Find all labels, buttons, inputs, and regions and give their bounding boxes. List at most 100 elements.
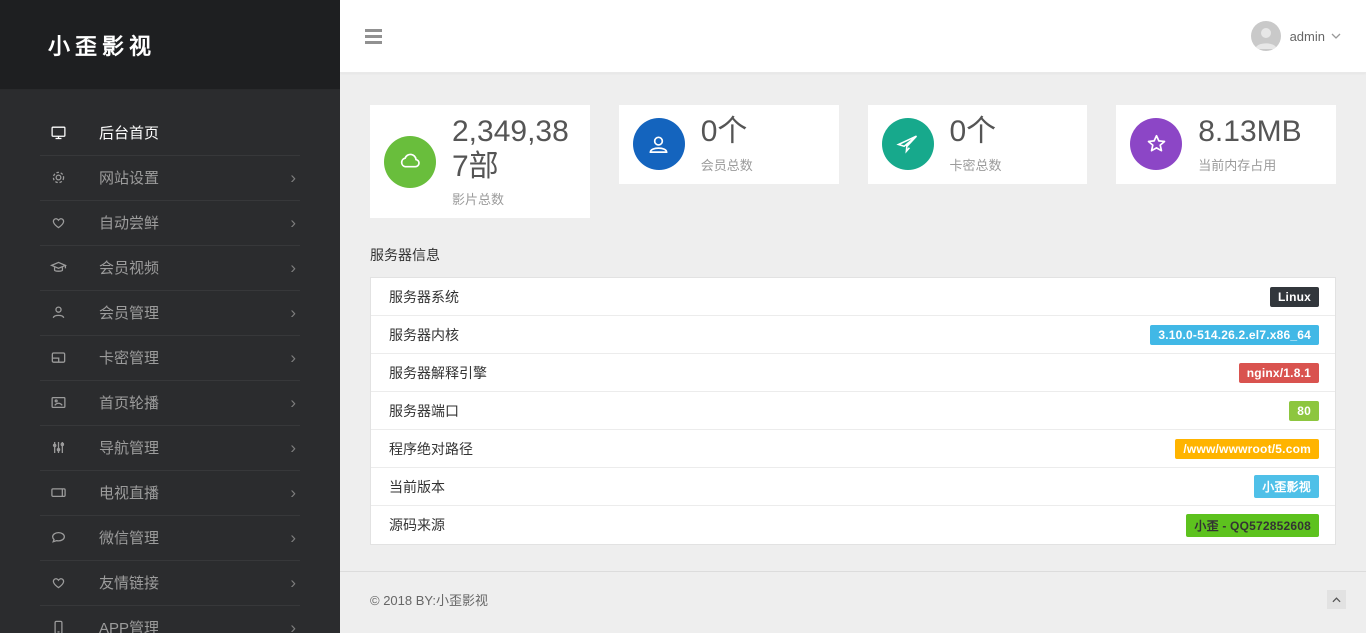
chevron-right-icon: › <box>290 259 296 276</box>
sidebar-item-label: APP管理 <box>99 617 159 633</box>
stat-card-memory: 8.13MB 当前内存占用 <box>1116 105 1336 184</box>
main-area: admin 2,349,387部 影片总数 0个 <box>340 0 1366 633</box>
stat-card-members: 0个 会员总数 <box>619 105 839 184</box>
stat-value: 8.13MB <box>1198 115 1301 150</box>
heart-icon <box>50 214 67 231</box>
stat-cards: 2,349,387部 影片总数 0个 会员总数 0个 <box>370 105 1336 218</box>
chevron-up-icon <box>1332 597 1341 603</box>
tv-icon <box>50 484 67 501</box>
sidebar-item-label: 会员视频 <box>99 257 159 278</box>
status-badge: Linux <box>1270 287 1319 307</box>
table-row-source: 源码来源 小歪 - QQ572852608 <box>371 506 1335 544</box>
row-label: 服务器解释引擎 <box>389 363 487 383</box>
status-badge: 3.10.0-514.26.2.el7.x86_64 <box>1150 325 1319 345</box>
star-icon <box>1130 118 1182 170</box>
back-to-top-button[interactable] <box>1327 590 1346 609</box>
sidebar-item-auto-fresh[interactable]: 自动尝鲜 › <box>0 200 340 245</box>
row-label: 服务器端口 <box>389 401 459 421</box>
sidebar-item-wechat-management[interactable]: 微信管理 › <box>0 515 340 560</box>
table-row-os: 服务器系统 Linux <box>371 278 1335 316</box>
chevron-right-icon: › <box>290 169 296 186</box>
graduation-cap-icon <box>50 259 67 276</box>
status-badge: 小歪 - QQ572852608 <box>1186 514 1319 537</box>
row-label: 服务器系统 <box>389 287 459 307</box>
footer: © 2018 BY:小歪影视 <box>340 571 1366 627</box>
gear-icon <box>50 169 67 186</box>
status-badge: 80 <box>1289 401 1319 421</box>
sidebar-menu: 后台首页 网站设置 › 自动尝鲜 › 会员视频 › 会员管理 › 卡密管理 › <box>0 90 340 633</box>
logo-text: 小歪影视 <box>48 29 156 61</box>
content: 2,349,387部 影片总数 0个 会员总数 0个 <box>340 73 1366 545</box>
sidebar-item-cardkey-management[interactable]: 卡密管理 › <box>0 335 340 380</box>
mobile-icon <box>50 619 67 633</box>
stat-label: 会员总数 <box>701 155 753 174</box>
monitor-icon <box>50 124 67 141</box>
card-icon <box>50 349 67 366</box>
user-icon <box>50 304 67 321</box>
admin-dropdown[interactable]: admin <box>1251 21 1341 51</box>
row-label: 服务器内核 <box>389 325 459 345</box>
table-row-path: 程序绝对路径 /www/wwwroot/5.com <box>371 430 1335 468</box>
sidebar-item-label: 卡密管理 <box>99 347 159 368</box>
table-row-engine: 服务器解释引擎 nginx/1.8.1 <box>371 354 1335 392</box>
sidebar-item-label: 微信管理 <box>99 527 159 548</box>
chevron-right-icon: › <box>290 304 296 321</box>
chevron-right-icon: › <box>290 574 296 591</box>
paper-plane-icon <box>882 118 934 170</box>
sidebar-item-nav-management[interactable]: 导航管理 › <box>0 425 340 470</box>
status-badge: nginx/1.8.1 <box>1239 363 1319 383</box>
chevron-right-icon: › <box>290 214 296 231</box>
sidebar-item-home-carousel[interactable]: 首页轮播 › <box>0 380 340 425</box>
stat-value: 0个 <box>701 115 753 150</box>
sidebar-item-label: 会员管理 <box>99 302 159 323</box>
user-icon <box>633 118 685 170</box>
header: admin <box>340 0 1366 73</box>
sidebar-item-label: 自动尝鲜 <box>99 212 159 233</box>
sidebar-item-label: 网站设置 <box>99 167 159 188</box>
sliders-icon <box>50 439 67 456</box>
table-row-kernel: 服务器内核 3.10.0-514.26.2.el7.x86_64 <box>371 316 1335 354</box>
sidebar-item-site-settings[interactable]: 网站设置 › <box>0 155 340 200</box>
stat-value: 2,349,387部 <box>452 115 576 184</box>
sidebar-item-label: 首页轮播 <box>99 392 159 413</box>
chevron-right-icon: › <box>290 394 296 411</box>
stat-value: 0个 <box>950 115 1002 150</box>
sidebar-item-friend-links[interactable]: 友情链接 › <box>0 560 340 605</box>
sidebar: 小歪影视 后台首页 网站设置 › 自动尝鲜 › 会员视频 › 会员管理 › <box>0 0 340 633</box>
username: admin <box>1290 29 1325 44</box>
stat-card-films: 2,349,387部 影片总数 <box>370 105 590 218</box>
sidebar-item-dashboard[interactable]: 后台首页 <box>0 110 340 155</box>
status-badge: 小歪影视 <box>1254 475 1319 498</box>
table-row-port: 服务器端口 80 <box>371 392 1335 430</box>
heart-icon <box>50 574 67 591</box>
chevron-right-icon: › <box>290 529 296 546</box>
chevron-right-icon: › <box>290 349 296 366</box>
server-info-title: 服务器信息 <box>370 245 1336 265</box>
sidebar-item-label: 友情链接 <box>99 572 159 593</box>
sidebar-item-label: 电视直播 <box>99 482 159 503</box>
sidebar-item-label: 导航管理 <box>99 437 159 458</box>
logo: 小歪影视 <box>0 0 340 90</box>
row-label: 当前版本 <box>389 477 445 497</box>
stat-label: 卡密总数 <box>950 155 1002 174</box>
stat-label: 影片总数 <box>452 189 576 208</box>
cloud-icon <box>384 136 436 188</box>
row-label: 程序绝对路径 <box>389 439 473 459</box>
chevron-right-icon: › <box>290 484 296 501</box>
chevron-right-icon: › <box>290 619 296 633</box>
row-label: 源码来源 <box>389 515 445 535</box>
chat-icon <box>50 529 67 546</box>
stat-label: 当前内存占用 <box>1198 155 1301 174</box>
stat-card-cardkeys: 0个 卡密总数 <box>868 105 1088 184</box>
table-row-version: 当前版本 小歪影视 <box>371 468 1335 506</box>
sidebar-item-member-videos[interactable]: 会员视频 › <box>0 245 340 290</box>
avatar <box>1251 21 1281 51</box>
sidebar-item-member-management[interactable]: 会员管理 › <box>0 290 340 335</box>
chevron-down-icon <box>1331 33 1341 39</box>
chevron-right-icon: › <box>290 439 296 456</box>
server-info-table: 服务器系统 Linux 服务器内核 3.10.0-514.26.2.el7.x8… <box>370 277 1336 545</box>
image-icon <box>50 394 67 411</box>
sidebar-item-app-management[interactable]: APP管理 › <box>0 605 340 633</box>
hamburger-menu-icon[interactable] <box>365 29 382 44</box>
sidebar-item-tv-live[interactable]: 电视直播 › <box>0 470 340 515</box>
